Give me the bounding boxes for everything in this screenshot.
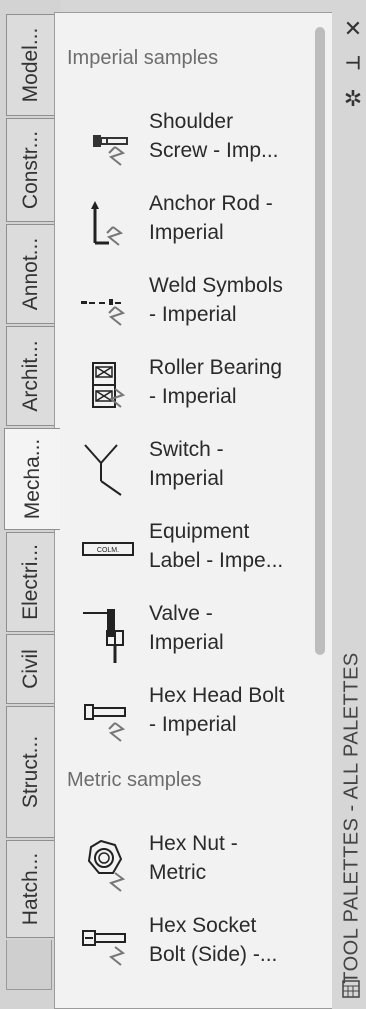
tab-label: Struct... — [18, 735, 42, 809]
hex-socket-bolt-icon — [82, 930, 126, 966]
section-metric-samples: Metric samples — [67, 769, 202, 791]
tool-label: Hex Head Bolt - Imperial — [149, 684, 285, 736]
tab-label: Civil — [18, 649, 42, 689]
palette-title: TOOL PALETTES - ALL PALETTES — [340, 652, 363, 984]
tool-roller-bearing[interactable]: Roller Bearing - Imperial — [55, 353, 315, 433]
equipment-tag-text: COLM. — [97, 547, 119, 554]
tool-shoulder-screw[interactable]: Shoulder Screw - Imp... — [55, 107, 315, 187]
tool-hex-nut[interactable]: Hex Nut - Metric — [55, 829, 315, 909]
vertical-scrollbar[interactable] — [315, 27, 325, 655]
close-icon: ✕ — [343, 16, 363, 41]
tab-civil[interactable]: Civil — [6, 634, 54, 704]
tool-weld-symbols[interactable]: Weld Symbols - Imperial — [55, 271, 315, 351]
switch-icon — [84, 444, 122, 496]
roller-bearing-icon — [92, 362, 126, 408]
hex-nut-icon — [87, 839, 126, 892]
autohide-icon: ⊣ — [345, 52, 361, 73]
autohide-button[interactable]: ⊣ — [340, 50, 366, 76]
tab-label: Hatch... — [18, 852, 42, 926]
properties-icon: ✲ — [343, 86, 363, 111]
hex-head-bolt-icon — [84, 704, 126, 742]
tool-hex-head-bolt[interactable]: Hex Head Bolt - Imperial — [55, 681, 315, 761]
tool-label: Anchor Rod - Imperial — [149, 192, 273, 244]
tab-label: Archit... — [18, 340, 42, 412]
tab-electrical[interactable]: Electri... — [6, 532, 54, 632]
section-imperial-samples: Imperial samples — [67, 47, 219, 69]
tool-label: Hex Nut - Metric — [149, 832, 238, 884]
tool-label: Weld Symbols - Imperial — [149, 274, 283, 326]
tool-label: Hex Socket Bolt (Side) -... — [149, 914, 278, 966]
properties-button[interactable]: ✲ — [340, 86, 366, 112]
tool-label: Shoulder Screw - Imp... — [149, 110, 279, 162]
tab-annotation[interactable]: Annot... — [6, 224, 54, 324]
tool-label: Roller Bearing - Imperial — [149, 356, 283, 408]
tool-label: Valve - Imperial — [149, 602, 224, 654]
tool-hex-socket-bolt[interactable]: Hex Socket Bolt (Side) -... — [55, 911, 315, 991]
tool-label: Equipment Label - Impe... — [149, 520, 284, 572]
tab-label: Annot... — [18, 237, 42, 311]
tab-label: Mecha... — [20, 438, 44, 520]
tab-architectural[interactable]: Archit... — [6, 326, 54, 426]
weld-symbol-icon — [81, 299, 126, 326]
tab-hatches[interactable]: Hatch... — [6, 840, 54, 938]
palette-tab-column: Model... Constr... Annot... Archit... Me… — [0, 0, 60, 1009]
grip-icon[interactable] — [342, 980, 360, 998]
tab-constraints[interactable]: Constr... — [6, 118, 54, 222]
tab-structural[interactable]: Struct... — [6, 706, 54, 838]
shoulder-screw-icon — [93, 135, 128, 166]
tool-switch[interactable]: Switch - Imperial — [55, 435, 315, 515]
valve-icon — [83, 609, 124, 663]
tab-label: Electri... — [18, 544, 42, 620]
tab-label: Constr... — [18, 130, 42, 210]
tab-label: Model... — [18, 27, 42, 103]
tab-mechanical[interactable]: Mecha... — [4, 428, 60, 530]
tab-modeling[interactable]: Model... — [6, 14, 54, 116]
equipment-label-icon: COLM. — [82, 542, 134, 556]
tool-anchor-rod[interactable]: Anchor Rod - Imperial — [55, 189, 315, 269]
tab-stack-edge — [6, 940, 52, 990]
tool-label: Switch - Imperial — [149, 438, 224, 490]
tool-equipment-label[interactable]: COLM. Equipment Label - Impe... — [55, 517, 315, 597]
anchor-rod-icon — [91, 201, 124, 246]
palette-title-bar: ✕ ⊣ ✲ TOOL PALETTES - ALL PALETTES — [332, 0, 366, 1009]
close-button[interactable]: ✕ — [340, 16, 366, 42]
tool-valve[interactable]: Valve - Imperial — [55, 599, 315, 679]
tool-palette-panel: Imperial samples Shoulder Screw - Imp...… — [54, 12, 332, 1009]
